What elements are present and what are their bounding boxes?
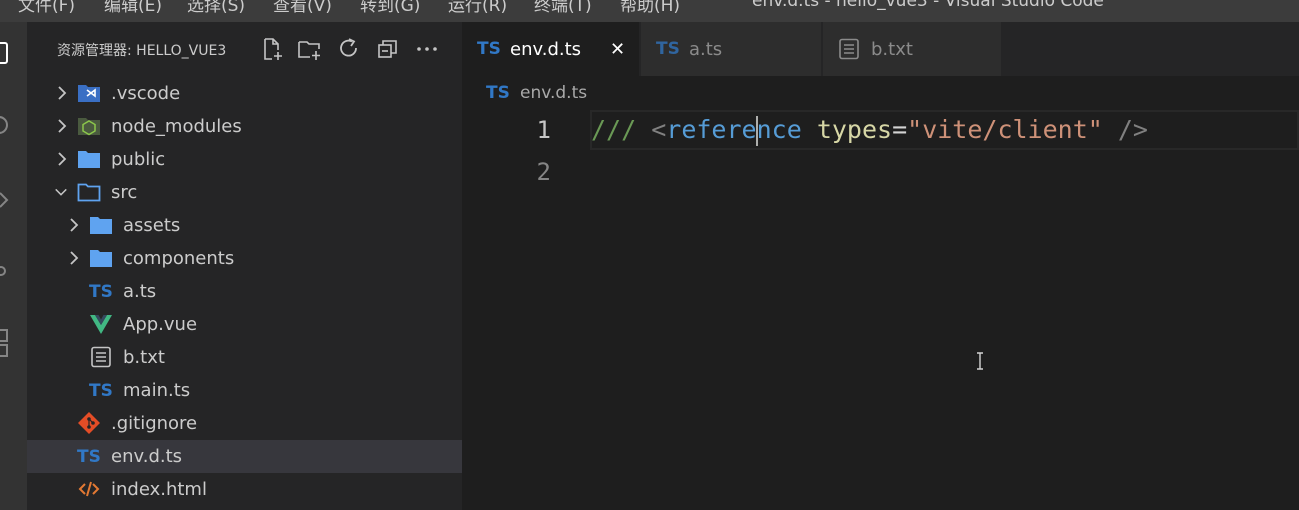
window-title: env.d.ts - hello_vue3 - Visual Studio Co…: [752, 0, 1104, 11]
tree-item-env-d-ts[interactable]: TS env.d.ts: [27, 440, 462, 473]
tree-item-node-modules[interactable]: node_modules: [27, 110, 462, 143]
chevron-right-icon: [58, 86, 67, 100]
chevron-right-icon: [58, 152, 67, 166]
text-file-icon: [91, 346, 111, 368]
tree-item-label: b.txt: [123, 347, 165, 368]
folder-open-icon: [77, 183, 101, 202]
folder-icon: [78, 151, 100, 168]
code-attr-value: "vite/client": [907, 115, 1103, 144]
menu-view[interactable]: 查看(V): [273, 0, 332, 16]
vscode-folder-icon: [78, 85, 100, 102]
breadcrumb-file[interactable]: env.d.ts: [520, 83, 587, 103]
activity-bar: [0, 22, 27, 510]
node-folder-icon: [78, 118, 100, 136]
chevron-right-icon: [58, 119, 67, 133]
menu-edit[interactable]: 编辑(E): [104, 0, 162, 16]
explorer-icon[interactable]: [0, 40, 10, 70]
tree-item-label: App.vue: [123, 314, 198, 335]
tree-item-label: src: [111, 182, 138, 203]
menu-selection[interactable]: 选择(S): [187, 0, 245, 16]
tree-item-main-ts[interactable]: TS main.ts: [27, 374, 462, 407]
tab-label: b.txt: [871, 39, 913, 60]
folder-icon: [90, 250, 112, 267]
text-file-icon: [839, 38, 859, 60]
menu-bar: 文件(F) 编辑(E) 选择(S) 查看(V) 转到(G) 运行(R) 终端(T…: [0, 0, 1299, 22]
code-tag-name: reference: [666, 115, 802, 144]
tree-item-index-html[interactable]: index.html: [27, 473, 462, 506]
code-editor[interactable]: 1 2 /// <reference types="vite/client" /…: [462, 110, 1299, 510]
tree-item-vscode[interactable]: .vscode: [27, 77, 462, 110]
git-icon: [78, 412, 100, 434]
source-control-icon[interactable]: [0, 187, 10, 217]
tree-item-label: .vscode: [111, 83, 181, 104]
tree-item-app-vue[interactable]: App.vue: [27, 308, 462, 341]
tree-item-a-ts[interactable]: TS a.ts: [27, 275, 462, 308]
menu-run[interactable]: 运行(R): [448, 0, 507, 16]
extensions-icon[interactable]: [0, 322, 10, 362]
search-icon[interactable]: [0, 112, 10, 142]
code-tag-close: />: [1117, 115, 1148, 144]
tree-item-assets[interactable]: assets: [27, 209, 462, 242]
tree-item-src[interactable]: src: [27, 176, 462, 209]
more-icon[interactable]: [414, 36, 440, 62]
tree-item-components[interactable]: components: [27, 242, 462, 275]
line-number: 1: [536, 116, 551, 144]
new-file-icon[interactable]: [259, 36, 285, 62]
folder-icon: [90, 217, 112, 234]
tab-b-txt[interactable]: b.txt: [823, 22, 1001, 76]
tree-item-gitignore[interactable]: .gitignore: [27, 407, 462, 440]
tree-item-label: index.html: [111, 479, 207, 500]
menu-go[interactable]: 转到(G): [360, 0, 420, 16]
tab-label: a.ts: [689, 39, 723, 60]
run-debug-icon[interactable]: [0, 257, 10, 287]
tab-a-ts[interactable]: TS a.ts: [641, 22, 821, 76]
chevron-right-icon: [70, 251, 79, 265]
editor-tabs: TS env.d.ts ✕ TS a.ts b.txt: [462, 22, 1299, 76]
menu-help[interactable]: 帮助(H): [620, 0, 680, 16]
menu-file[interactable]: 文件(F): [18, 0, 75, 16]
ts-file-icon: TS: [89, 282, 113, 302]
tree-item-label: env.d.ts: [111, 446, 183, 467]
chevron-right-icon: [70, 218, 79, 232]
code-tag-open: <: [651, 115, 667, 144]
tab-label: env.d.ts: [510, 39, 582, 60]
code-equals: =: [892, 115, 908, 144]
html-file-icon: [78, 481, 100, 497]
ts-file-icon: TS: [486, 83, 510, 103]
ts-file-icon: TS: [89, 381, 113, 401]
ts-file-icon: TS: [477, 39, 501, 59]
vue-file-icon: [90, 315, 112, 334]
tree-item-b-txt[interactable]: b.txt: [27, 341, 462, 374]
text-cursor: [756, 116, 758, 146]
code-line-1: /// <reference types="vite/client" />: [591, 115, 1148, 144]
explorer-sidebar: 资源管理器: HELLO_VUE3 .vscode node_modules p…: [27, 22, 462, 510]
ts-file-icon: TS: [77, 447, 101, 467]
tree-item-public[interactable]: public: [27, 143, 462, 176]
refresh-icon[interactable]: [336, 36, 362, 62]
explorer-title: 资源管理器: HELLO_VUE3: [57, 43, 227, 59]
tree-item-label: node_modules: [111, 116, 242, 137]
ts-file-icon: TS: [656, 39, 680, 59]
tree-item-label: public: [111, 149, 166, 170]
code-comment-slashes: ///: [591, 115, 637, 144]
code-attr-name: types: [816, 115, 893, 144]
menu-terminal[interactable]: 终端(T): [534, 0, 592, 16]
close-icon[interactable]: ✕: [610, 39, 625, 60]
tree-item-label: .gitignore: [111, 413, 198, 434]
tree-item-label: main.ts: [123, 380, 191, 401]
collapse-all-icon[interactable]: [375, 36, 401, 62]
tree-item-label: a.ts: [123, 281, 157, 302]
mouse-ibeam-icon: [977, 352, 983, 370]
explorer-header: 资源管理器: HELLO_VUE3: [27, 22, 462, 77]
tree-item-label: assets: [123, 215, 181, 236]
tree-item-label: components: [123, 248, 235, 269]
tab-env-d-ts[interactable]: TS env.d.ts ✕: [462, 22, 639, 76]
chevron-down-icon: [55, 188, 67, 196]
line-number: 2: [536, 158, 551, 186]
new-folder-icon[interactable]: [297, 36, 323, 62]
breadcrumb: TS env.d.ts: [462, 76, 1299, 110]
